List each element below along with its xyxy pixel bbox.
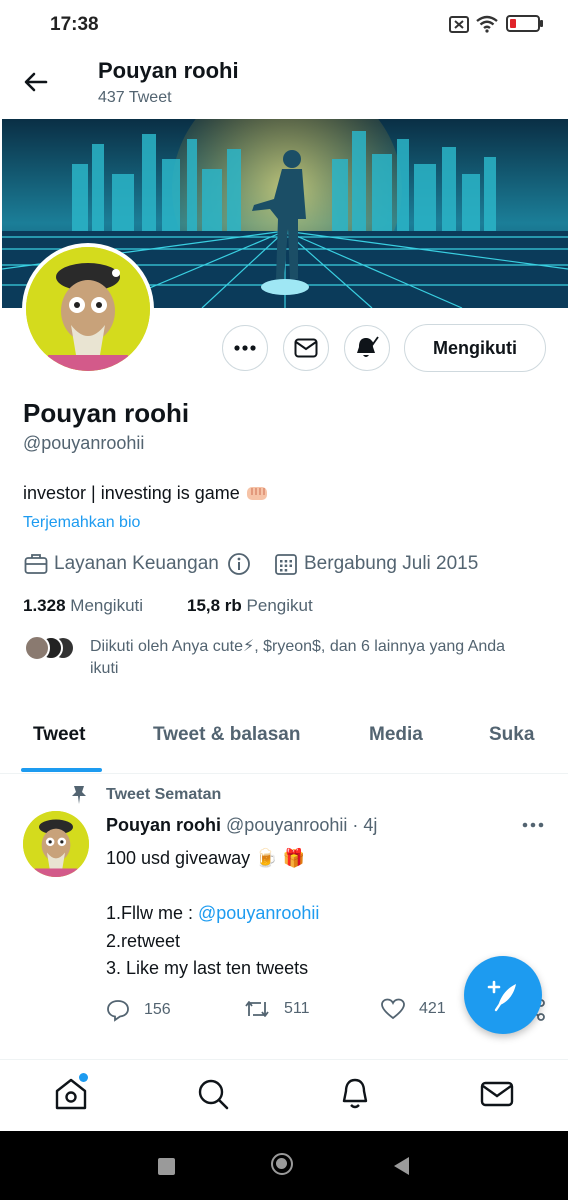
info-icon[interactable] (227, 552, 251, 576)
bio-text: investor | investing is game (23, 483, 245, 503)
translate-bio-link[interactable]: Terjemahkan bio (23, 514, 140, 532)
tweet-line-5: 3. Like my last ten tweets (106, 958, 309, 978)
recent-apps-button[interactable] (158, 1158, 175, 1175)
reply-icon (107, 1000, 129, 1022)
tab-likes[interactable]: Suka (489, 724, 534, 746)
tab-tweet-replies[interactable]: Tweet & balasan (153, 724, 300, 746)
mail-icon (294, 338, 318, 358)
tweet-line-4: 2.retweet (106, 930, 181, 951)
home-system-button-dot (276, 1158, 287, 1169)
home-system-button[interactable] (271, 1153, 293, 1175)
system-navigation-bar (0, 1131, 568, 1200)
wifi-icon (476, 15, 498, 33)
tweet-line-1: 100 usd giveaway 🍺 🎁 (106, 848, 305, 868)
tweet-header: Pouyan roohi @pouyanroohii · 4j (106, 815, 377, 836)
pin-icon (72, 786, 86, 804)
following-count: 1.328 (23, 596, 66, 615)
more-options-button[interactable] (222, 325, 268, 371)
home-unread-dot (79, 1073, 88, 1082)
tweet-line-3: 1.Fllw me : @pouyanroohii (106, 900, 319, 928)
followed-by-text[interactable]: Diikuti oleh Anya cute⚡, $ryeon$, dan 6 … (90, 636, 530, 680)
tweet-more-icon[interactable] (522, 822, 544, 828)
profile-avatar[interactable] (22, 243, 154, 375)
followers-stat[interactable]: 15,8 rb Pengikut (187, 596, 313, 616)
bell-icon (357, 336, 379, 357)
category-label: Layanan Keuangan (54, 553, 219, 574)
reply-count: 156 (144, 1001, 171, 1018)
joined-label: Bergabung Juli 2015 (304, 553, 479, 574)
tweet-author-avatar[interactable] (23, 811, 89, 877)
back-system-icon[interactable] (392, 1156, 410, 1176)
active-tab-indicator (21, 768, 102, 772)
back-arrow-icon[interactable] (22, 68, 50, 96)
tweet-line-2 (106, 873, 319, 901)
status-time: 17:38 (50, 14, 99, 35)
status-bar: 17:38 (0, 0, 568, 50)
following-button[interactable]: Mengikuti (404, 324, 546, 372)
retweet-count: 511 (284, 1000, 310, 1017)
retweet-button[interactable]: 511 (244, 998, 310, 1020)
followers-count: 15,8 rb (187, 596, 242, 615)
profile-handle: @pouyanroohii (23, 433, 145, 453)
like-count: 421 (419, 1000, 446, 1017)
tweet-author-name[interactable]: Pouyan roohi (106, 815, 221, 835)
battery-icon (506, 15, 543, 32)
no-sim-icon (449, 16, 469, 33)
avatar-image (26, 247, 150, 371)
like-icon (381, 998, 405, 1020)
retweet-icon (245, 1001, 269, 1017)
more-icon (234, 345, 256, 351)
tweet-text: 100 usd giveaway 🍺 🎁 1.Fllw me : @pouyanr… (106, 845, 319, 983)
following-stat[interactable]: 1.328 Mengikuti (23, 596, 143, 616)
header-title: Pouyan roohi (98, 58, 239, 83)
tweet-line-3-prefix: 1.Fllw me : (106, 903, 199, 923)
followers-label: Pengikut (246, 596, 313, 615)
compose-tweet-button[interactable] (464, 956, 542, 1034)
mutual-followers-avatars[interactable] (23, 634, 75, 662)
message-button[interactable] (283, 325, 329, 371)
tab-media[interactable]: Media (369, 724, 423, 746)
profile-joined: Bergabung Juli 2015 (274, 552, 478, 576)
search-icon[interactable] (196, 1077, 230, 1111)
pinned-label: Tweet Sematan (106, 786, 222, 803)
tweet-handle-time: @pouyanroohii · 4j (226, 815, 378, 835)
reply-button[interactable]: 156 (106, 998, 171, 1022)
home-icon[interactable] (54, 1077, 88, 1111)
tabs-divider (0, 773, 568, 774)
profile-category: Layanan Keuangan (24, 552, 257, 576)
like-button[interactable]: 421 (381, 998, 446, 1020)
bottom-nav-divider (0, 1059, 568, 1060)
tab-tweet[interactable]: Tweet (33, 724, 85, 746)
notifications-toggle-button[interactable] (344, 325, 390, 371)
tweet-count: 437 Tweet (98, 89, 172, 106)
messages-icon[interactable] (480, 1077, 514, 1111)
compose-icon (487, 980, 516, 1012)
profile-name: Pouyan roohi (23, 398, 190, 428)
fist-emoji-icon (246, 487, 267, 500)
briefcase-icon (24, 554, 48, 574)
tweet-mention-link[interactable]: @pouyanroohii (198, 903, 319, 923)
calendar-icon (275, 554, 297, 575)
following-label: Mengikuti (70, 596, 144, 615)
notifications-icon[interactable] (338, 1077, 372, 1111)
profile-bio: investor | investing is game (23, 483, 269, 504)
